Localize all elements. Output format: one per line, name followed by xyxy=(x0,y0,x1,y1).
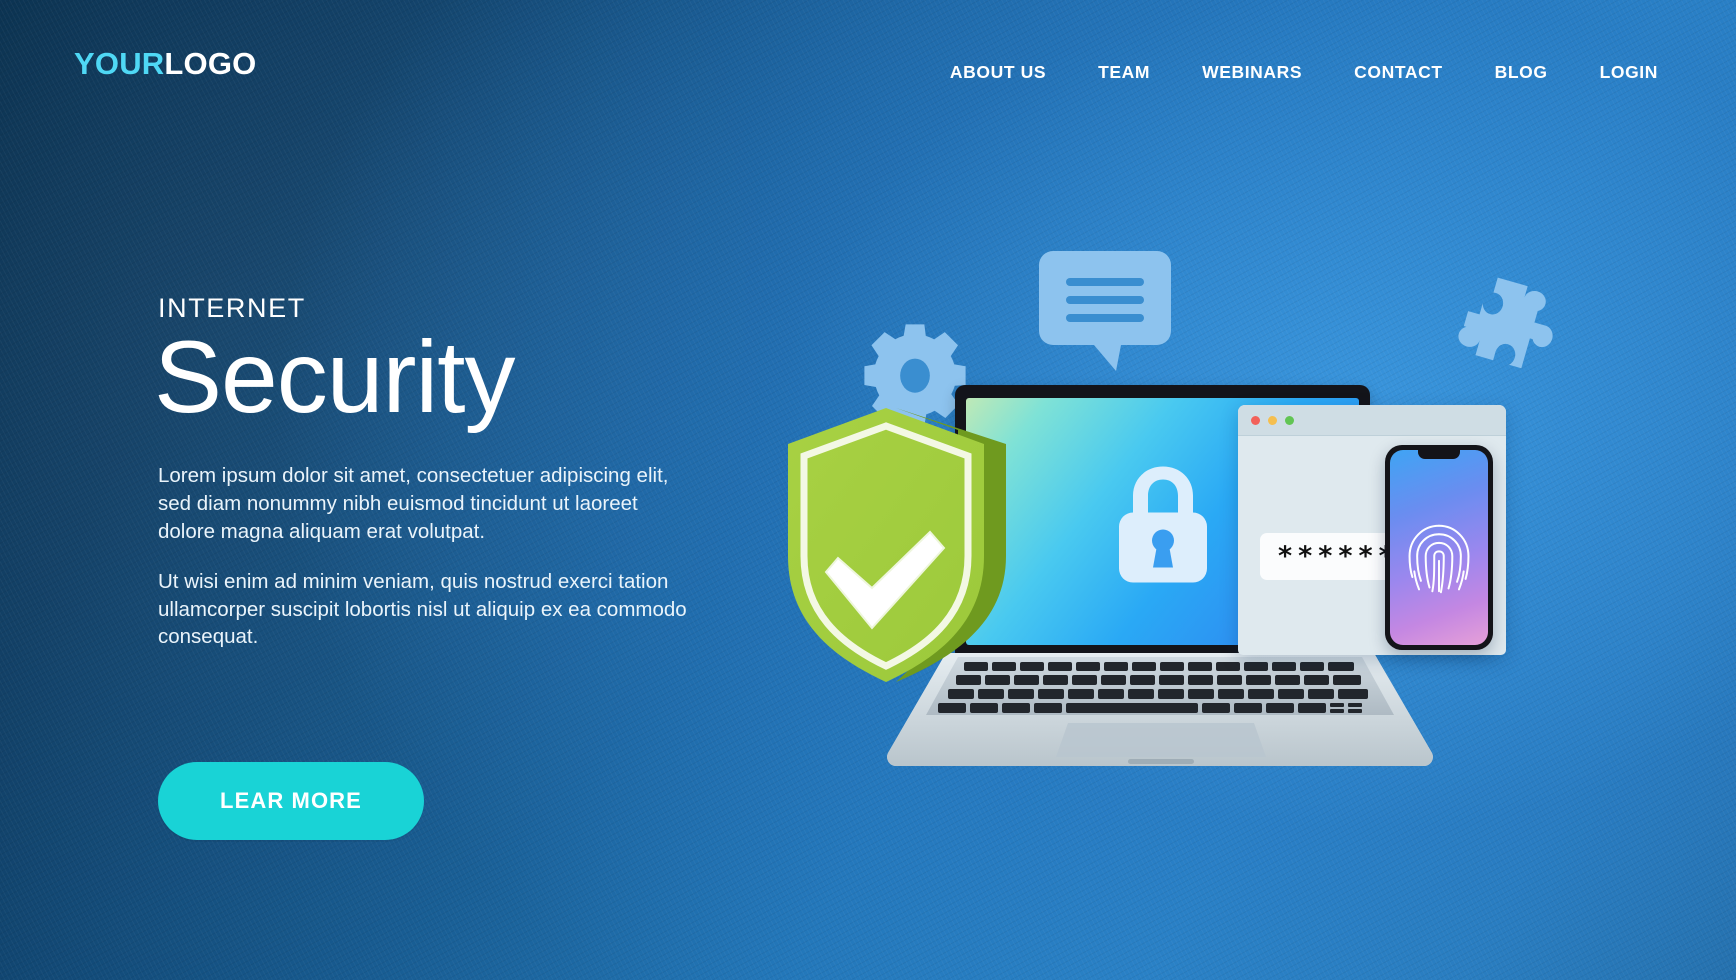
phone-notch xyxy=(1418,450,1460,459)
traffic-light-maximize-icon[interactable] xyxy=(1285,415,1294,425)
brand-logo-part2: LOGO xyxy=(164,46,257,81)
hero-landing-page: YOURLOGO ABOUT US TEAM WEBINARS CONTACT … xyxy=(0,0,1736,980)
traffic-light-close-icon[interactable] xyxy=(1251,415,1260,425)
hero-eyebrow: INTERNET xyxy=(158,293,306,323)
nav-item-blog[interactable]: BLOG xyxy=(1469,56,1574,89)
main-navigation: ABOUT US TEAM WEBINARS CONTACT BLOG LOGI… xyxy=(924,56,1684,89)
nav-item-team[interactable]: TEAM xyxy=(1072,56,1176,89)
traffic-light-minimize-icon[interactable] xyxy=(1268,415,1277,425)
puzzle-piece-icon xyxy=(1458,277,1553,369)
site-header: YOURLOGO ABOUT US TEAM WEBINARS CONTACT … xyxy=(0,0,1736,140)
page-title: Security xyxy=(154,320,515,434)
browser-title-bar xyxy=(1238,405,1506,436)
smartphone-device xyxy=(1385,445,1493,650)
padlock-icon xyxy=(1118,466,1207,583)
security-illustration: ****** xyxy=(788,200,1710,880)
shield-check-icon xyxy=(788,408,1006,682)
phone-screen xyxy=(1390,450,1488,645)
brand-logo[interactable]: YOURLOGO xyxy=(74,48,256,79)
brand-logo-part1: YOUR xyxy=(74,46,165,81)
chat-bubble-icon xyxy=(1039,251,1171,371)
nav-item-webinars[interactable]: WEBINARS xyxy=(1176,56,1328,89)
fingerprint-icon xyxy=(1408,524,1470,594)
learn-more-button[interactable]: LEAR MORE xyxy=(158,762,424,840)
nav-item-contact[interactable]: CONTACT xyxy=(1328,56,1468,89)
nav-item-about-us[interactable]: ABOUT US xyxy=(924,56,1072,89)
hero-paragraph-2: Ut wisi enim ad minim veniam, quis nostr… xyxy=(158,569,687,649)
nav-item-login[interactable]: LOGIN xyxy=(1574,56,1684,89)
hero-copy: INTERNET Security Lorem ipsum dolor sit … xyxy=(154,293,718,673)
hero-paragraph-1: Lorem ipsum dolor sit amet, consectetuer… xyxy=(158,464,669,543)
